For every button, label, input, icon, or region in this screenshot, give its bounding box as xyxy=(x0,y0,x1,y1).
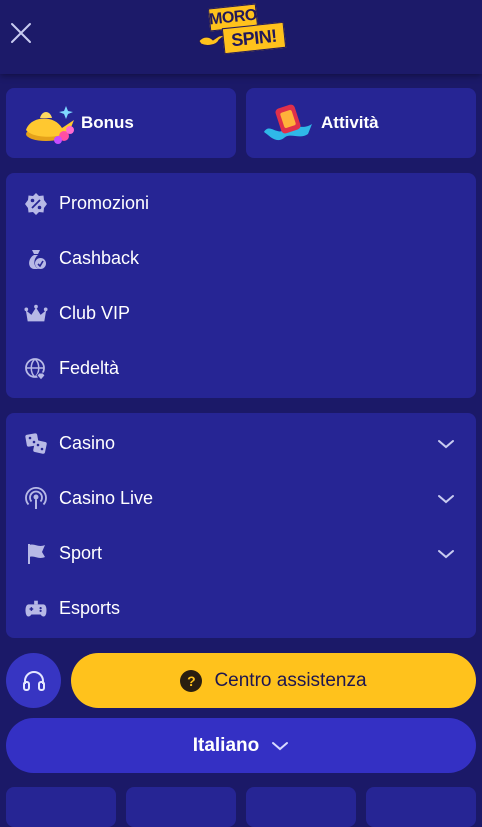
menu-item-esports[interactable]: Esports xyxy=(6,581,476,636)
help-center-label: Centro assistenza xyxy=(214,669,367,691)
crown-icon xyxy=(24,302,48,326)
close-icon xyxy=(11,23,31,43)
menu-item-fedelta[interactable]: Fedeltà xyxy=(6,341,476,396)
menu-item-sport[interactable]: Sport xyxy=(6,526,476,581)
chevron-down-icon xyxy=(272,741,289,750)
menu-item-cashback[interactable]: Cashback xyxy=(6,231,476,286)
money-bag-icon xyxy=(24,247,48,271)
live-broadcast-icon xyxy=(24,486,48,511)
menu-item-label: Promozioni xyxy=(59,193,150,213)
promo-menu: Promozioni Cashback Club VIP Fedeltà xyxy=(6,173,476,398)
chevron-down-icon[interactable] xyxy=(435,543,457,565)
headset-icon xyxy=(22,670,45,691)
menu-item-label: Casino Live xyxy=(59,488,154,508)
menu-item-label: Sport xyxy=(59,543,103,563)
magic-carpet-icon xyxy=(264,104,312,141)
menu-item-label: Esports xyxy=(59,598,121,618)
language-selector[interactable]: Italiano xyxy=(6,718,476,773)
gamepad-icon xyxy=(24,597,48,621)
bonus-tile[interactable]: Bonus xyxy=(6,88,236,158)
menu-item-casino[interactable]: Casino xyxy=(6,416,476,471)
question-circle-icon: ? xyxy=(180,669,203,692)
menu-item-promozioni[interactable]: Promozioni xyxy=(6,176,476,231)
chevron-down-icon[interactable] xyxy=(435,433,457,455)
menu-item-label: Casino xyxy=(59,433,116,453)
bottom-tile-4[interactable] xyxy=(366,787,476,827)
percent-badge-icon xyxy=(24,192,48,216)
chevron-down-icon[interactable] xyxy=(435,488,457,510)
bottom-tile-3[interactable] xyxy=(246,787,356,827)
close-menu-button[interactable] xyxy=(6,16,36,50)
menu-item-club-vip[interactable]: Club VIP xyxy=(6,286,476,341)
menu-item-label: Fedeltà xyxy=(59,358,120,378)
activity-tile-label: Attività xyxy=(321,113,379,132)
globe-diamond-icon xyxy=(24,357,48,381)
morospin-logo[interactable]: MORO SPIN! xyxy=(197,3,287,56)
dice-icon xyxy=(24,432,48,456)
sport-flag-icon xyxy=(24,542,48,566)
menu-item-label: Club VIP xyxy=(59,303,131,323)
top-header: MORO SPIN! xyxy=(0,0,482,74)
menu-item-casino-live[interactable]: Casino Live xyxy=(6,471,476,526)
support-chat-button[interactable] xyxy=(6,653,61,708)
activity-tile[interactable]: Attività xyxy=(246,88,476,158)
logo-text-spin: SPIN! xyxy=(221,21,287,55)
language-label: Italiano xyxy=(192,734,260,756)
bottom-tile-1[interactable] xyxy=(6,787,116,827)
bottom-tile-2[interactable] xyxy=(126,787,236,827)
menu-item-label: Cashback xyxy=(59,248,140,268)
help-center-button[interactable]: ? Centro assistenza xyxy=(71,653,476,708)
bonus-tile-label: Bonus xyxy=(81,113,134,132)
games-menu: Casino Casino Live Sport Esports xyxy=(6,413,476,638)
genie-lamp-icon xyxy=(26,106,74,144)
